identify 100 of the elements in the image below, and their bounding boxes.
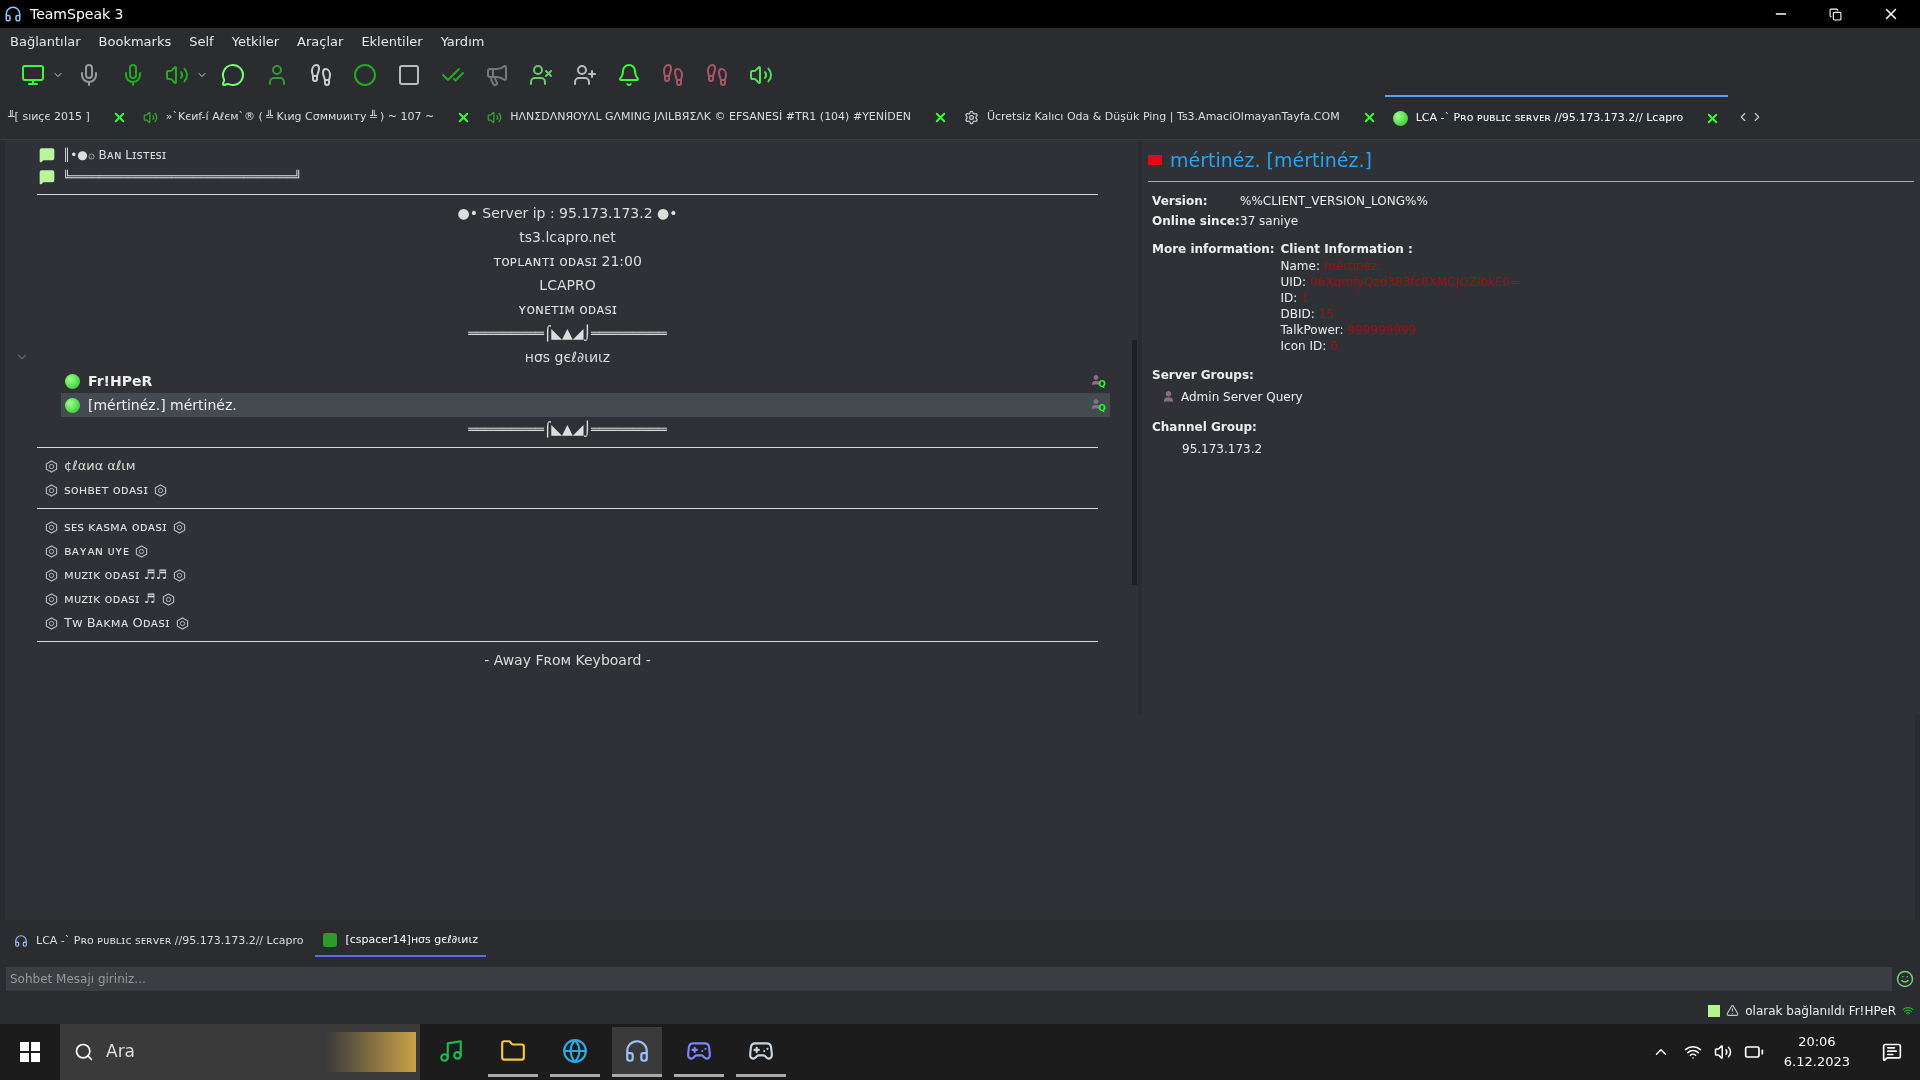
- channel-badge-icon: [323, 933, 338, 947]
- add-user-icon[interactable]: [573, 63, 597, 87]
- music-icon: [438, 1037, 464, 1064]
- channel-decoration-icon: [135, 544, 149, 558]
- menu-item[interactable]: Bookmarks: [98, 31, 172, 52]
- channel-decoration-icon: [153, 483, 167, 497]
- server-tab[interactable]: »`Kєиf-í Aℓєм`® ( ╩ Kιиg Cσммυиιтy ╩ ) ~ 107 ~: [134, 95, 480, 139]
- menu-item[interactable]: Araçlar: [297, 31, 344, 52]
- channel-name[interactable]: ᴍᴜᴢɪᴋ ᴏᴅᴀsɪ ♬: [64, 589, 156, 609]
- detail-value: 15: [1318, 305, 1335, 322]
- menu-item[interactable]: Yardım: [440, 31, 485, 52]
- menu-item[interactable]: Yetkiler: [231, 31, 280, 52]
- spacer-channel[interactable]: ═════════⌠◣▲◢⌡═════════: [468, 418, 667, 440]
- server-tab[interactable]: ╨[ sıиçє 2015 ]: [0, 95, 135, 139]
- speaker-icon[interactable]: [165, 63, 189, 87]
- folder-icon: [500, 1037, 526, 1064]
- channel-name[interactable]: ᴍᴜᴢɪᴋ ᴏᴅᴀsɪ ♬♬: [64, 565, 168, 585]
- detail-label: ID:: [1280, 289, 1298, 306]
- globe-icon: [562, 1037, 588, 1064]
- channel-decoration-icon: [175, 616, 189, 630]
- window-title: TeamSpeak 3: [30, 4, 124, 24]
- detail-label: TalkPower:: [1280, 321, 1344, 338]
- chat-tab[interactable]: [cspacer14]нσѕ gєℓ∂ιиιz: [315, 925, 486, 957]
- info-value: %%CLIENT_VERSION_LONG%%: [1240, 192, 1429, 210]
- user-block-icon[interactable]: [529, 63, 553, 87]
- detail-label: UID:: [1280, 273, 1307, 290]
- server-group-name: Admin Server Query: [1181, 388, 1303, 406]
- menu-item[interactable]: Eklentiler: [361, 31, 423, 52]
- connect-icon[interactable]: [21, 63, 45, 87]
- taskbar-search-field[interactable]: Ara: [60, 1024, 420, 1080]
- query-user-icon: [1162, 390, 1175, 403]
- spacer-channel[interactable]: ●• Server ip : 95.173.173.2 ●•: [457, 202, 678, 224]
- chat-bubble-icon[interactable]: [221, 63, 245, 87]
- chat-input-field[interactable]: Sohbet Mesajı giriniz...: [6, 967, 1892, 991]
- square-icon[interactable]: [397, 63, 421, 87]
- client-row[interactable]: [mértinéz.] mértinéz. Q: [61, 393, 1110, 417]
- channel-icon: [45, 568, 58, 582]
- volume-icon[interactable]: [1713, 1043, 1732, 1061]
- channel-icon: [45, 520, 58, 534]
- notification-icon[interactable]: [1882, 1042, 1902, 1062]
- emoji-icon[interactable]: [1896, 970, 1914, 988]
- detail-value: mértinéz.: [1323, 257, 1382, 274]
- channel-icon: [45, 592, 58, 606]
- taskbar-app[interactable]: [612, 1027, 662, 1077]
- spacer-channel[interactable]: нσѕ gєℓ∂ιиιz: [524, 346, 611, 368]
- detail-label: DBID:: [1280, 305, 1315, 322]
- spacer-channel[interactable]: ═════════⌠◣▲◢⌡═════════: [468, 322, 667, 344]
- channel-name[interactable]: ʙᴀʏᴀɴ ᴜʏᴇ: [64, 541, 130, 561]
- taskbar-clock[interactable]: 20:06 6.12.2023: [1783, 1032, 1850, 1072]
- chat-bubble-icon: [39, 147, 55, 163]
- muted-speaker-icon: [487, 109, 503, 125]
- detail-value: 06XqmfyQzd383fc8XMCJOZIbkE0=: [1310, 273, 1521, 290]
- channel-decoration-icon: [172, 520, 186, 534]
- status-text: olarak bağlanıldı Fr!HPeR: [1745, 1002, 1896, 1020]
- wifi-icon[interactable]: [1683, 1043, 1702, 1061]
- spacer-channel[interactable]: ts3.lcapro.net: [519, 226, 616, 248]
- restore-icon[interactable]: [1829, 7, 1842, 21]
- status-square-icon: [1708, 1004, 1721, 1017]
- spacer-channel[interactable]: LCAPRO: [539, 274, 596, 296]
- warning-icon: [1726, 1004, 1740, 1017]
- channel-name[interactable]: Tᴡ Bᴀᴋᴍᴀ Oᴅᴀsɪ: [64, 613, 170, 633]
- channel-name[interactable]: ║•●۞ Bᴀɴ Lɪsᴛᴇsɪ: [63, 146, 167, 164]
- alert-icon[interactable]: [617, 63, 641, 87]
- client-row[interactable]: Fr!HPeR Q: [61, 369, 1110, 393]
- channel-name[interactable]: sᴏʜʙᴇᴛ ᴏᴅᴀsɪ: [64, 480, 148, 500]
- search-icon: [74, 1042, 94, 1062]
- server-tab[interactable]: Ücretsiz Kalıcı Oda & Düşük Ping | Ts3.AmaciOlmayanTayfa.COM: [955, 95, 1385, 139]
- channel-icon: [45, 544, 58, 558]
- channel-icon: [45, 459, 58, 473]
- spacer-channel[interactable]: ʏᴏɴᴇᴛɪᴍ ᴏᴅᴀsɪ: [517, 298, 617, 320]
- channel-name[interactable]: ¢ℓαиα αℓιм: [64, 456, 136, 476]
- channel-group-name: 95.173.173.2: [1181, 440, 1264, 458]
- info-label: Online since:: [1152, 212, 1240, 230]
- server-tab[interactable]: HΛNΣDΛNЯOYΛL GΛMING JΛILBЯΣΛK © EFSANESİ #TR1 (104) #YENİDEN: [479, 95, 956, 139]
- detail-label: Name:: [1280, 257, 1320, 274]
- speaker-block-icon[interactable]: [749, 63, 773, 87]
- channel-icon: [45, 483, 58, 497]
- megaphone-icon[interactable]: [485, 63, 509, 87]
- info-label: More information:: [1152, 240, 1275, 258]
- circle-icon[interactable]: [353, 63, 377, 87]
- client-name: Fr!HPeR: [88, 371, 153, 391]
- channel-icon: [45, 616, 58, 630]
- connection-icon: [1902, 1004, 1914, 1017]
- spacer-channel[interactable]: ᴛᴏᴘʟᴀɴᴛɪ ᴏᴅᴀsɪ 21:00: [493, 250, 642, 272]
- channel-name[interactable]: sᴇs ᴋᴀsᴍᴀ ᴏᴅᴀsɪ: [64, 517, 167, 537]
- online-status-icon: [1392, 110, 1408, 126]
- windows-start-icon[interactable]: [20, 1042, 40, 1062]
- app-logo-icon: [4, 5, 22, 23]
- menu-item[interactable]: Bağlantılar: [10, 31, 81, 52]
- channel-name[interactable]: ╚═══════════════════════════════╝: [63, 168, 302, 186]
- info-label: Version:: [1152, 192, 1209, 210]
- info-heading: Client Information :: [1280, 240, 1414, 258]
- menu-item[interactable]: Self: [189, 31, 214, 52]
- chat-tab[interactable]: LCA -` Pʀᴏ ᴘᴜʙʟɪᴄ sᴇʀᴠᴇʀ //95.173.173.2// Lcapro: [6, 925, 312, 957]
- detail-value: 0: [1330, 337, 1338, 354]
- client-name: [mértinéz.] mértinéz.: [88, 395, 237, 415]
- spacer-channel[interactable]: - Away Fʀᴏᴍ Keyboard -: [484, 649, 651, 671]
- info-label: Server Groups:: [1151, 366, 1255, 384]
- online-status-icon: [65, 373, 80, 389]
- chat-bubble-icon: [39, 169, 55, 185]
